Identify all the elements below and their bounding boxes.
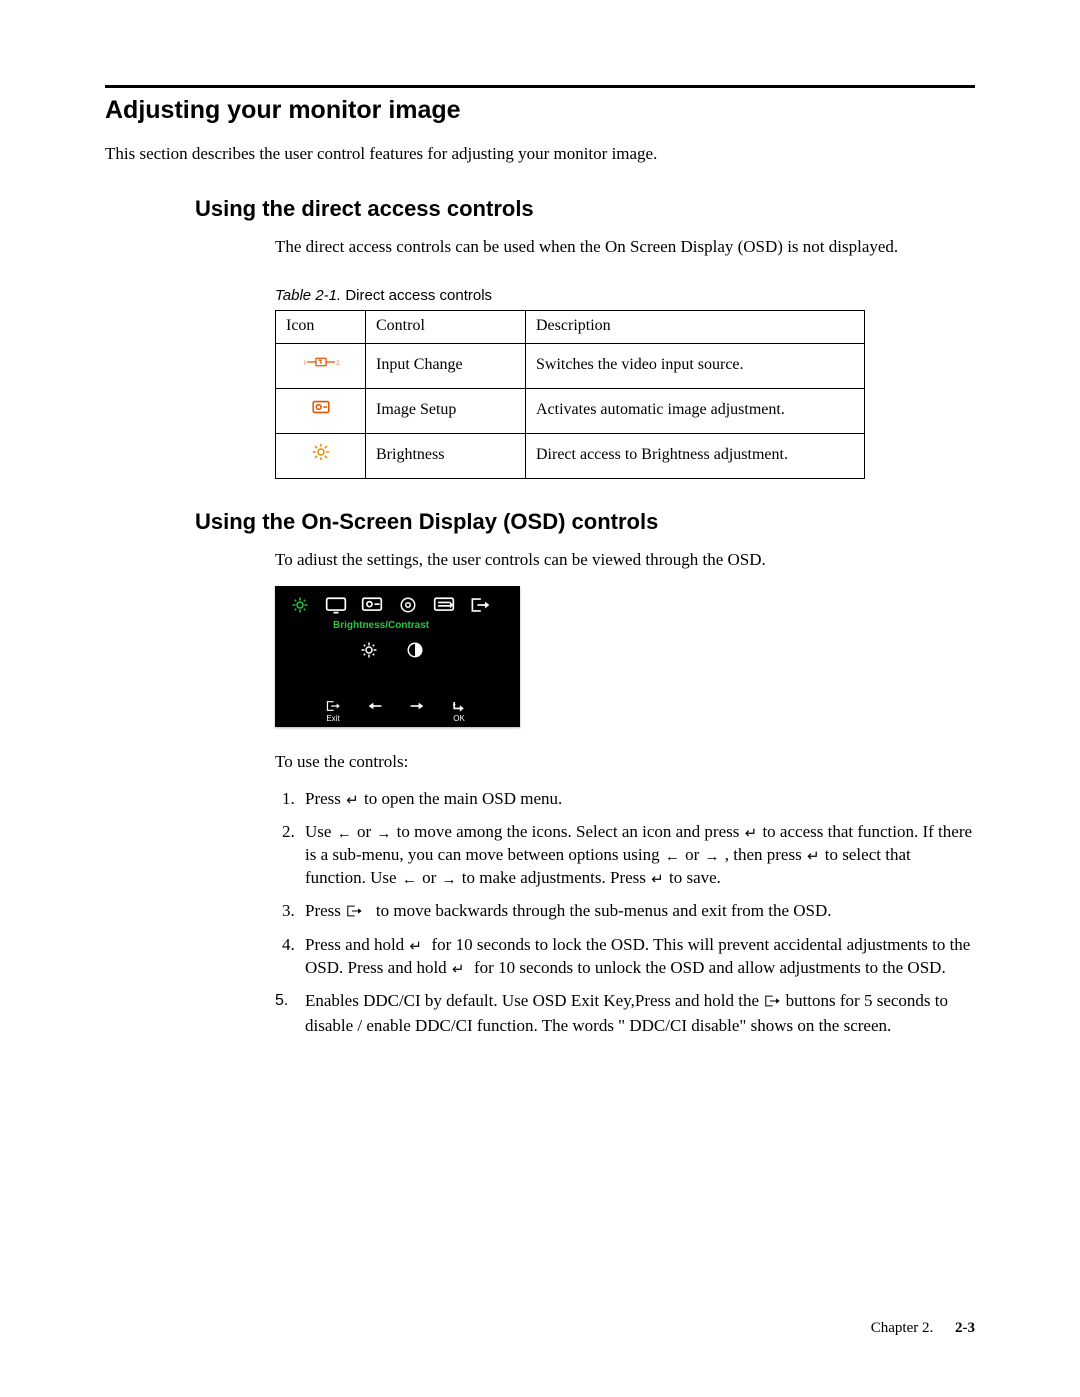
document-page: Adjusting your monitor image This sectio… [0,0,1080,1397]
enter-icon: ↵ [806,847,821,867]
step-4: Press and hold ↵ for 10 seconds to lock … [299,934,975,980]
right-arrow-icon: → [441,870,458,890]
table-header-icon: Icon [276,310,366,343]
direct-access-section: The direct access controls can be used w… [275,236,975,479]
table-header-control: Control [366,310,526,343]
direct-access-table: Icon Control Description 1 2 Input C [275,310,865,479]
osd-screenshot: Brightness/Contrast Exit OK [275,586,520,727]
input-change-icon-cell: 1 2 [276,343,366,388]
enter-icon: ↵ [650,870,665,890]
osd-top-icons [285,596,510,614]
step-2: Use ← or → to move among the icons. Sele… [299,821,975,890]
osd-sub-brightness-icon [360,641,378,659]
heading-direct-access: Using the direct access controls [195,196,975,222]
table-caption-number: Table 2-1. [275,287,341,304]
osd-brightness-icon [289,596,311,614]
step-5: 5. Enables DDC/CI by default. Use OSD Ex… [275,990,975,1038]
image-setup-icon [311,401,331,418]
image-setup-icon-cell [276,388,366,433]
steps-intro: To use the controls: [275,751,975,774]
right-arrow-icon: → [375,824,392,844]
table-row: Image Setup Activates automatic image ad… [276,388,865,433]
direct-access-paragraph: The direct access controls can be used w… [275,236,975,259]
table-control: Image Setup [366,388,526,433]
enter-icon: ↵ [744,824,759,844]
osd-sub-contrast-icon [406,641,424,659]
enter-icon: ↵ [345,791,360,811]
table-control: Input Change [366,343,526,388]
osd-selected-label: Brightness/Contrast [333,620,510,631]
table-header-row: Icon Control Description [276,310,865,343]
svg-text:1: 1 [303,360,306,367]
osd-image-setup-icon [361,596,383,614]
step-3: Press to move backwards through the sub-… [299,900,975,925]
brightness-icon-cell [276,433,366,478]
footer-chapter: Chapter 2. [871,1320,933,1336]
osd-submenu-icons [360,641,510,659]
heading-adjusting: Adjusting your monitor image [105,96,975,125]
enter-icon: ↵ [408,937,423,957]
enter-icon: ↵ [451,960,466,980]
left-arrow-icon: ← [336,824,353,844]
table-header-description: Description [526,310,865,343]
exit-icon [345,902,363,925]
table-caption: Table 2-1. Direct access controls [275,287,975,304]
input-change-icon: 1 2 [302,356,340,373]
osd-paragraph: To adiust the settings, the user control… [275,549,975,572]
intro-paragraph: This section describes the user control … [105,143,975,166]
steps-list: Press ↵ to open the main OSD menu. Use ←… [275,788,975,981]
right-arrow-icon: → [704,847,721,867]
osd-options-icon [433,596,455,614]
osd-nav-exit: Exit [325,699,341,723]
table-caption-text: Direct access controls [341,287,492,304]
table-desc: Direct access to Brightness adjustment. [526,433,865,478]
table-desc: Switches the video input source. [526,343,865,388]
osd-nav-left [367,699,383,713]
svg-text:2: 2 [336,360,339,367]
osd-section: To adiust the settings, the user control… [275,549,975,1038]
table-control: Brightness [366,433,526,478]
footer-page-number: 2-3 [955,1320,975,1336]
page-footer: Chapter 2. 2-3 [871,1320,975,1337]
left-arrow-icon: ← [664,847,681,867]
left-arrow-icon: ← [401,870,418,890]
osd-exit-icon [469,596,491,614]
step-5-number: 5. [275,990,299,1038]
osd-monitor-icon [325,596,347,614]
table-row: 1 2 Input Change Switches the video inpu… [276,343,865,388]
osd-exit-label: Exit [326,715,339,723]
osd-color-icon [397,596,419,614]
osd-nav-right [409,699,425,713]
step-1: Press ↵ to open the main OSD menu. [299,788,975,811]
table-desc: Activates automatic image adjustment. [526,388,865,433]
osd-bottom-row: Exit OK [325,699,510,723]
osd-ok-label: OK [453,715,465,723]
heading-osd-controls: Using the On-Screen Display (OSD) contro… [195,509,975,535]
table-row: Brightness Direct access to Brightness a… [276,433,865,478]
section-rule [105,85,975,88]
brightness-icon [312,448,330,465]
exit-icon [763,992,781,1015]
osd-nav-ok: OK [451,699,467,723]
